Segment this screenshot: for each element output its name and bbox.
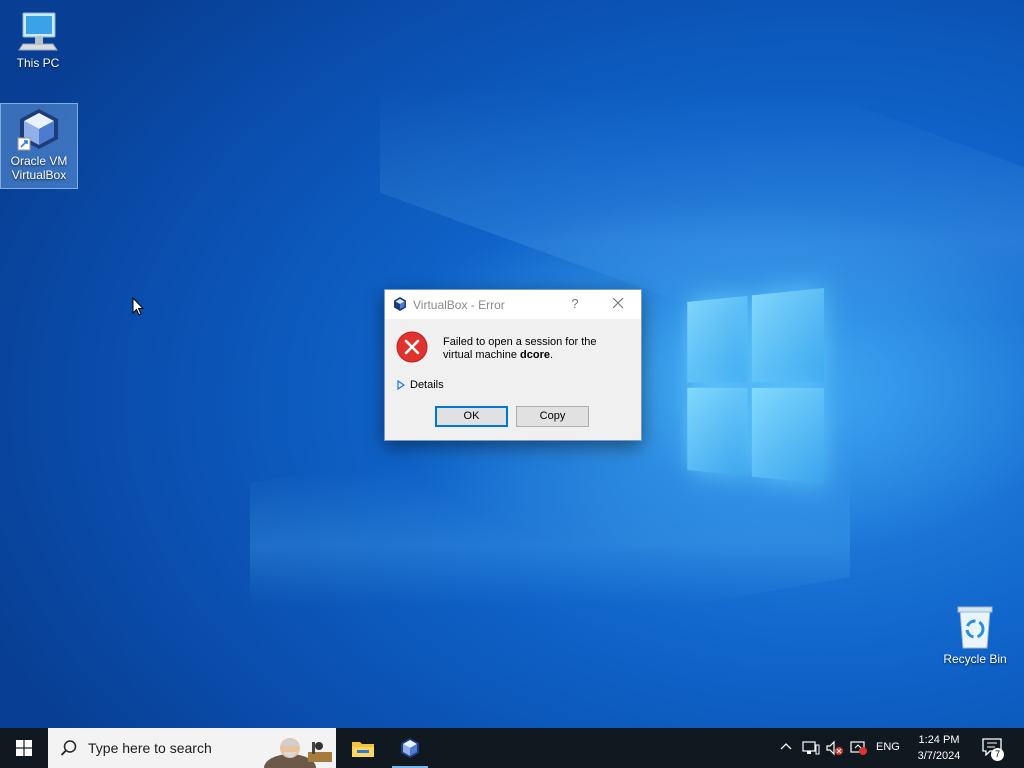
desktop-icon-label: This PC [16,56,60,70]
close-icon[interactable] [611,296,625,310]
mouse-cursor-icon [132,297,144,316]
desktop-icon-this-pc[interactable]: This PC [0,8,76,70]
notification-count-badge: 7 [991,748,1004,761]
desktop-icon-virtualbox[interactable]: Oracle VM VirtualBox [0,103,78,189]
this-pc-icon [18,12,58,51]
details-toggle[interactable]: Details [397,379,444,391]
help-button[interactable]: ? [568,296,582,311]
virtualbox-icon [17,109,58,151]
vm-name: dcore [520,349,551,361]
network-icon[interactable] [802,740,820,756]
taskbar-file-explorer[interactable] [342,728,382,768]
copy-button[interactable]: Copy [516,406,589,427]
dialog-title-bar[interactable]: VirtualBox - Error ? [385,290,641,319]
search-placeholder: Type here to search [88,740,212,756]
error-icon [396,331,428,363]
virtualbox-icon [401,738,419,758]
virtualbox-error-dialog: VirtualBox - Error ? Failed to open a se… [384,289,642,441]
virtualbox-icon [394,297,406,311]
desktop-icon-recycle-bin[interactable]: Recycle Bin [937,602,1013,666]
file-explorer-icon [352,742,374,757]
wallpaper-windows-logo [687,288,824,484]
ok-button[interactable]: OK [435,406,508,427]
windows-start-icon [16,740,32,756]
error-message: Failed to open a session for the virtual… [443,336,597,361]
taskbar: Type here to search ENG 1:24 PM 3/7/2024… [0,728,1024,768]
clock[interactable]: 1:24 PM 3/7/2024 [908,732,970,764]
taskbar-virtualbox[interactable] [390,728,430,768]
taskbar-search-box[interactable]: Type here to search [48,728,336,768]
clock-date: 3/7/2024 [917,750,961,762]
clock-time: 1:24 PM [918,734,960,746]
desktop-icon-label: Recycle Bin [943,652,1007,666]
search-highlight-illustration [256,728,336,768]
security-alert-icon[interactable] [850,740,868,756]
dialog-title: VirtualBox - Error [413,298,505,312]
chevron-right-icon [397,380,405,390]
language-indicator[interactable]: ENG [876,741,900,753]
chevron-up-icon[interactable] [779,740,793,754]
start-button[interactable] [0,728,48,768]
desktop-icon-label: Oracle VM VirtualBox [10,154,68,182]
details-label: Details [410,379,444,391]
recycle-bin-icon [957,606,993,649]
search-icon [60,740,77,756]
volume-muted-icon[interactable] [826,740,844,756]
